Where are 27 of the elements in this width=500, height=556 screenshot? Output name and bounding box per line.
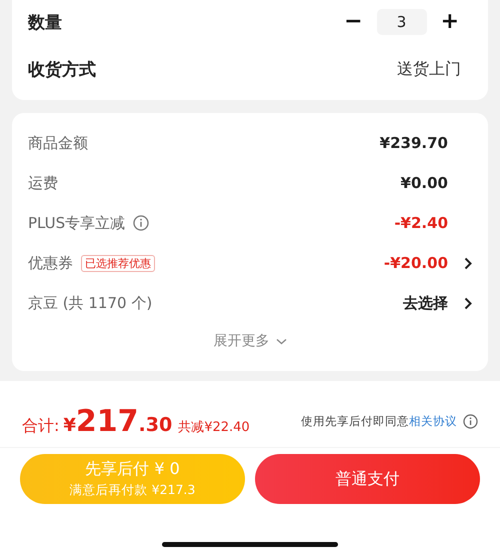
agreement-link[interactable]: 相关协议: [409, 414, 457, 428]
saving-text: 共减¥22.40: [178, 418, 250, 436]
fee-amount: ¥0.00: [400, 174, 448, 192]
pay-button[interactable]: 普通支付: [255, 454, 480, 504]
fee-label: 京豆 (共 1170 个): [28, 294, 152, 312]
fee-link[interactable]: 去选择: [403, 294, 448, 312]
delivery-value: 送货上门: [397, 58, 461, 80]
fee-amount: ¥239.70: [380, 134, 448, 152]
minus-button[interactable]: −: [340, 10, 367, 34]
home-indicator[interactable]: [162, 542, 338, 547]
delivery-label: 收货方式: [28, 58, 96, 80]
quantity-label: 数量: [28, 12, 62, 34]
fee-label: 商品金额: [28, 134, 88, 152]
fee-label: 优惠券: [28, 254, 73, 272]
plus-button[interactable]: +: [436, 10, 463, 34]
agreement-text: 使用先享后付即同意相关协议: [301, 414, 457, 428]
coupon-tag: 已选推荐优惠: [81, 254, 155, 272]
info-icon: [463, 414, 478, 428]
expand-button[interactable]: 展开更多: [210, 323, 290, 359]
total-price: ¥217.30: [63, 404, 172, 438]
chevron-down-icon: [276, 338, 286, 344]
fee-link[interactable]: -¥20.00: [384, 254, 448, 272]
fee-label: PLUS专享立减: [28, 214, 126, 232]
fee-amount: -¥2.40: [394, 214, 448, 232]
fee-label: 运费: [28, 174, 58, 192]
quantity-field[interactable]: 3: [376, 9, 427, 35]
total-label: 合计:: [22, 416, 60, 436]
